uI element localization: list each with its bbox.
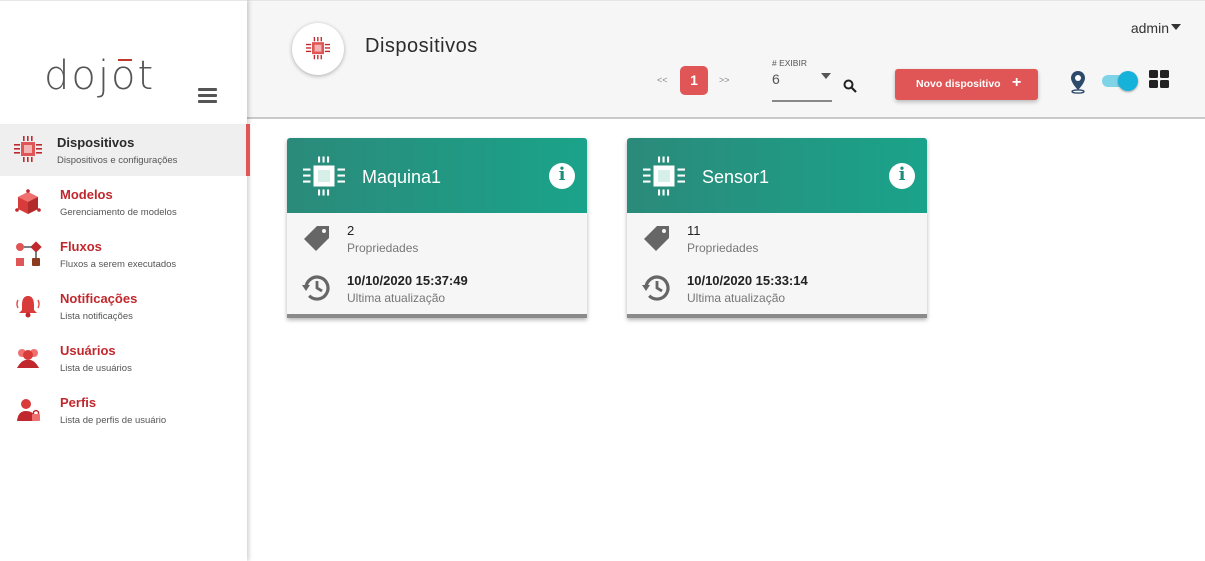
sidebar-item-label: Usuários [60,343,116,358]
last-update-label: Ultima atualização [687,291,786,305]
device-name: Sensor1 [702,167,770,187]
sidebar-item-sublabel: Fluxos a serem executados [60,259,177,270]
sidebar-item-sublabel: Lista de usuários [60,363,132,374]
profile-lock-icon [17,399,40,421]
sidebar-item-sublabel: Lista notificações [60,311,133,322]
device-name: Maquina1 [362,167,442,187]
sidebar: dojot Dispositivos Dispositivos e config… [0,0,250,561]
caret-down-icon[interactable] [1171,24,1181,30]
page-header: Dispositivos admin << 1 >> # EXIBIR 6 No… [247,0,1205,119]
info-icon[interactable]: i [889,163,915,189]
sidebar-item-sublabel: Gerenciamento de modelos [60,207,177,218]
sidebar-menu: Dispositivos Dispositivos e configuraçõe… [0,124,250,436]
sidebar-item-label: Modelos [60,187,113,202]
page-title: Dispositivos [365,35,478,57]
history-clock-icon [302,275,330,301]
logo-accent-bar [118,59,132,61]
pagination-next[interactable]: >> [719,75,730,85]
sidebar-item-modelos[interactable]: Modelos Gerenciamento de modelos [0,176,247,228]
sidebar-item-dispositivos[interactable]: Dispositivos Dispositivos e configuraçõe… [0,124,250,176]
new-device-button[interactable]: Novo dispositivo + [895,69,1038,100]
sidebar-item-sublabel: Dispositivos e configurações [57,155,178,166]
sidebar-item-label: Perfis [60,395,97,410]
tag-icon [644,226,669,251]
chip-icon [306,37,330,60]
page-size-label: # EXIBIR [772,58,807,68]
sidebar-item-perfis[interactable]: Perfis Lista de perfis de usuário [0,384,247,436]
last-update-time: 10/10/2020 15:37:49 [347,273,468,288]
device-card-header: Maquina1 i [287,138,587,213]
chip-icon [14,136,42,162]
page-icon [292,23,344,75]
tag-icon [304,226,329,251]
info-icon[interactable]: i [549,163,575,189]
cube-icon [15,189,41,214]
view-toggle-switch[interactable] [1100,71,1138,91]
chip-icon [303,156,345,196]
properties-count: 11 [687,223,701,238]
last-update-time: 10/10/2020 15:33:14 [687,273,808,288]
properties-label: Propriedades [347,241,419,255]
sidebar-item-label: Dispositivos [57,135,135,150]
sidebar-item-sublabel: Lista de perfis de usuário [60,415,167,426]
page-size-underline [772,100,832,102]
new-device-label: Novo dispositivo [916,78,1001,90]
plus-icon: + [1012,74,1022,91]
users-icon [17,349,39,368]
sidebar-item-label: Fluxos [60,239,102,254]
caret-down-icon[interactable] [821,73,831,79]
grid-view-icon[interactable] [1149,70,1169,88]
pagination-current-page[interactable]: 1 [680,66,708,95]
user-menu[interactable]: admin [1131,20,1169,36]
chip-icon [643,156,685,196]
hamburger-menu-icon[interactable] [198,88,217,105]
history-clock-icon [642,275,670,301]
properties-count: 2 [347,223,355,238]
pagination-prev[interactable]: << [657,75,668,85]
sidebar-item-fluxos[interactable]: Fluxos Fluxos a serem executados [0,228,247,280]
device-card[interactable]: Sensor1 i 11 Propriedades 10/10/2020 15:… [627,138,927,318]
map-pin-icon[interactable] [1069,70,1087,94]
last-update-label: Ultima atualização [347,291,446,305]
sidebar-item-usuarios[interactable]: Usuários Lista de usuários [0,332,247,384]
dojot-logo[interactable]: dojot [44,53,155,99]
properties-label: Propriedades [687,241,759,255]
page-size-select[interactable]: 6 [772,71,780,87]
bell-icon [16,296,40,318]
sidebar-item-notificacoes[interactable]: Notificações Lista notificações [0,280,247,332]
device-card[interactable]: Maquina1 i 2 Propriedades 10/10/2020 15:… [287,138,587,318]
search-icon[interactable] [843,79,857,93]
toggle-knob [1118,71,1138,91]
device-card-header: Sensor1 i [627,138,927,213]
flow-icon [16,241,42,266]
sidebar-item-label: Notificações [60,291,138,306]
